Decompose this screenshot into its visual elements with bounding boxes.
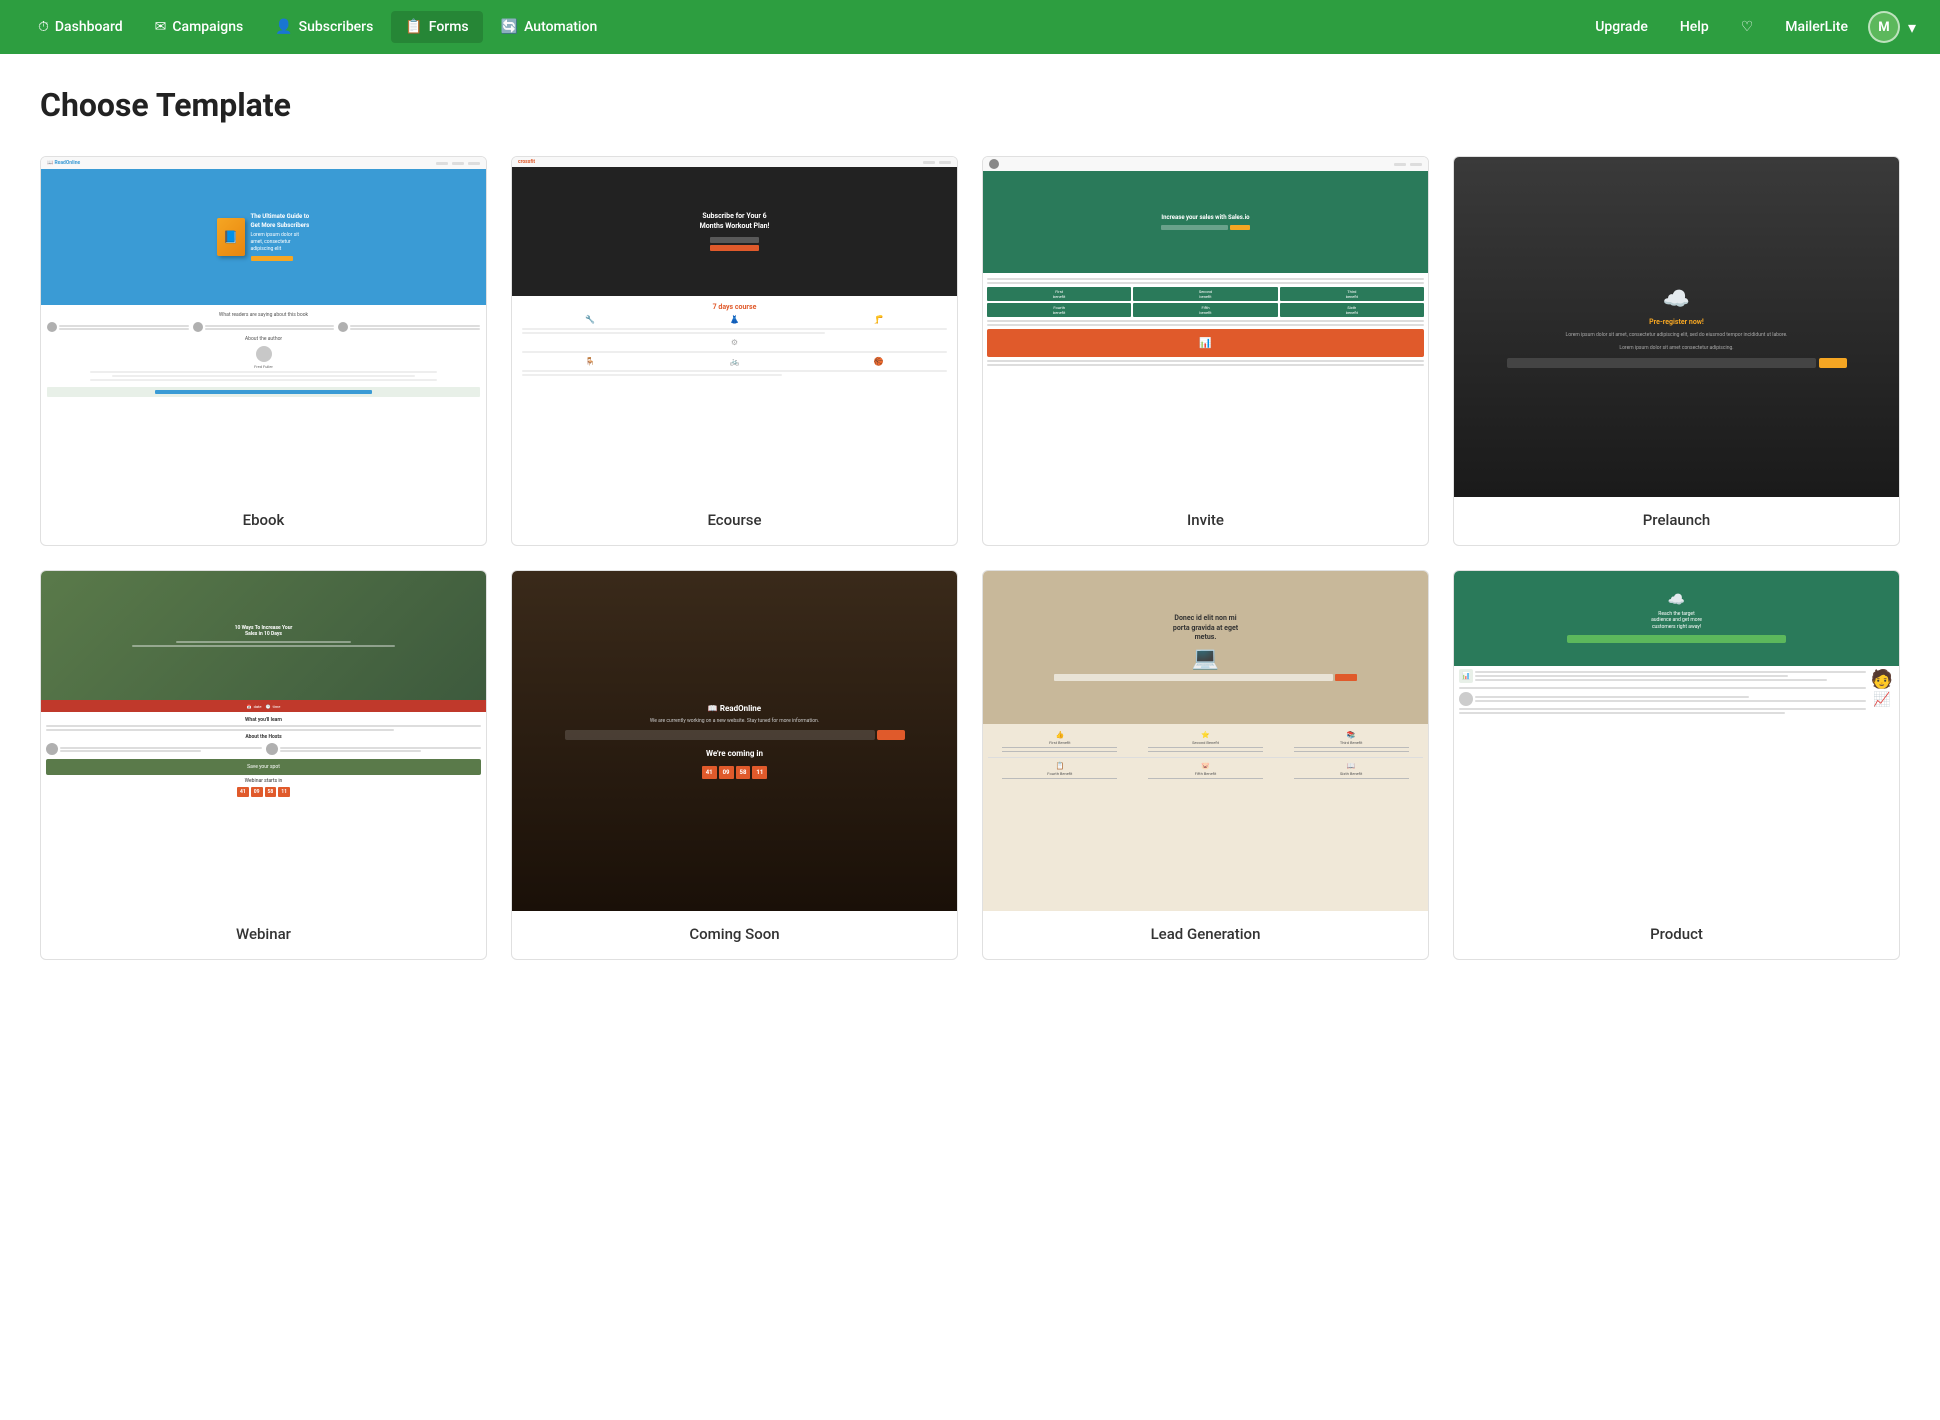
- template-card-ebook[interactable]: 📖 ReadOnline 📘 The Ultimate Guide to G: [40, 156, 487, 546]
- nav-dashboard-label: Dashboard: [55, 19, 123, 35]
- template-card-lead-generation[interactable]: Donec id elit non miporta gravida at ege…: [982, 570, 1429, 960]
- template-preview-ebook: 📖 ReadOnline 📘 The Ultimate Guide to G: [41, 157, 486, 497]
- nav-automation[interactable]: 🔄 Automation: [487, 11, 612, 43]
- user-initial: M: [1878, 20, 1889, 35]
- help-label: Help: [1680, 19, 1709, 35]
- main-content: Choose Template 📖 ReadOnline: [0, 54, 1940, 1420]
- template-preview-lead-generation: Donec id elit non miporta gravida at ege…: [983, 571, 1428, 911]
- template-label-coming-soon: Coming Soon: [512, 911, 957, 959]
- template-preview-prelaunch: ☁️ Pre-register now! Lorem ipsum dolor s…: [1454, 157, 1899, 497]
- template-card-coming-soon[interactable]: 📖 ReadOnline We are currently working on…: [511, 570, 958, 960]
- nav-dashboard[interactable]: ⏱ Dashboard: [24, 11, 137, 43]
- brand-label: MailerLite: [1773, 13, 1860, 41]
- templates-grid: 📖 ReadOnline 📘 The Ultimate Guide to G: [40, 156, 1900, 960]
- brand-text: MailerLite: [1785, 19, 1848, 35]
- dashboard-icon: ⏱: [38, 19, 49, 35]
- favorites-button[interactable]: ♡: [1729, 13, 1766, 41]
- template-preview-coming-soon: 📖 ReadOnline We are currently working on…: [512, 571, 957, 911]
- template-card-product[interactable]: ☁️ Reach the targetaudience and get more…: [1453, 570, 1900, 960]
- campaigns-icon: ✉: [155, 19, 167, 35]
- template-label-ecourse: Ecourse: [512, 497, 957, 545]
- template-preview-product: ☁️ Reach the targetaudience and get more…: [1454, 571, 1899, 911]
- template-preview-webinar: 10 Ways To Increase YourSales in 10 Days…: [41, 571, 486, 911]
- template-card-ecourse[interactable]: crossfit Subscribe for Your 6Months Work…: [511, 156, 958, 546]
- upgrade-label: Upgrade: [1595, 19, 1648, 35]
- nav-right: Upgrade Help ♡ MailerLite M ▾: [1583, 11, 1916, 43]
- nav-campaigns-label: Campaigns: [172, 19, 243, 35]
- avatar[interactable]: M: [1868, 11, 1900, 43]
- template-label-invite: Invite: [983, 497, 1428, 545]
- template-card-prelaunch[interactable]: ☁️ Pre-register now! Lorem ipsum dolor s…: [1453, 156, 1900, 546]
- template-label-webinar: Webinar: [41, 911, 486, 959]
- page-title: Choose Template: [40, 86, 1900, 124]
- template-label-ebook: Ebook: [41, 497, 486, 545]
- heart-icon: ♡: [1741, 19, 1754, 35]
- user-dropdown-icon[interactable]: ▾: [1908, 18, 1916, 37]
- navbar: ⏱ Dashboard ✉ Campaigns 👤 Subscribers 📋 …: [0, 0, 1940, 54]
- template-label-product: Product: [1454, 911, 1899, 959]
- template-preview-ecourse: crossfit Subscribe for Your 6Months Work…: [512, 157, 957, 497]
- nav-subscribers-label: Subscribers: [299, 19, 374, 35]
- nav-automation-label: Automation: [524, 19, 597, 35]
- automation-icon: 🔄: [501, 19, 518, 35]
- nav-forms[interactable]: 📋 Forms: [391, 11, 482, 43]
- nav-subscribers[interactable]: 👤 Subscribers: [261, 11, 387, 43]
- template-preview-invite: Increase your sales with Sales.io Firstb…: [983, 157, 1428, 497]
- nav-forms-label: Forms: [429, 19, 469, 35]
- template-card-webinar[interactable]: 10 Ways To Increase YourSales in 10 Days…: [40, 570, 487, 960]
- template-card-invite[interactable]: Increase your sales with Sales.io Firstb…: [982, 156, 1429, 546]
- nav-left: ⏱ Dashboard ✉ Campaigns 👤 Subscribers 📋 …: [24, 11, 611, 43]
- upgrade-button[interactable]: Upgrade: [1583, 13, 1660, 41]
- help-button[interactable]: Help: [1668, 13, 1721, 41]
- nav-campaigns[interactable]: ✉ Campaigns: [141, 11, 258, 43]
- template-label-prelaunch: Prelaunch: [1454, 497, 1899, 545]
- forms-icon: 📋: [405, 19, 422, 35]
- subscribers-icon: 👤: [275, 19, 292, 35]
- template-label-lead-generation: Lead Generation: [983, 911, 1428, 959]
